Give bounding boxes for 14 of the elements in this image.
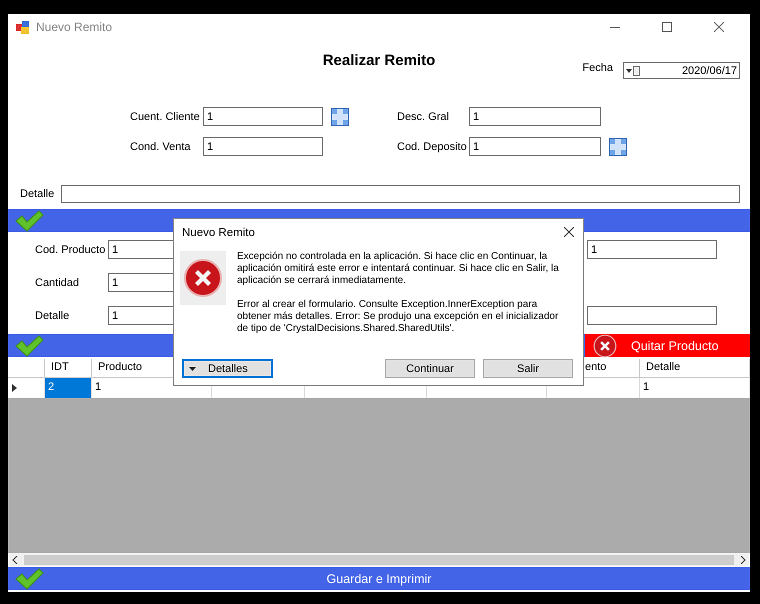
dialog-title: Nuevo Remito — [182, 227, 255, 239]
date-label: Fecha — [582, 62, 613, 74]
field-label: Cod. Deposito — [397, 140, 468, 152]
field-label: Cond. Venta — [130, 140, 192, 152]
field-label: Cuent. Cliente — [130, 110, 201, 122]
form-heading: Realizar Remito — [322, 51, 436, 71]
field-label: Detalle — [35, 310, 70, 322]
window-title: Nuevo Remito — [36, 20, 114, 34]
field-label: Cantidad — [35, 276, 80, 288]
field-label: Cod. Producto — [35, 244, 106, 256]
field-label: Detalle — [20, 188, 56, 200]
error-message: Error al crear el formulario. Consulte Exception.InnerException para obtener más detalles. Error: Se produjo una excepción en el inicializador de tipo de 'CrystalDecisions.Shared.SharedUtils'. — [237, 299, 560, 335]
error-message: Excepción no controlada en la aplicación. Si hace clic en Continuar, la aplicación omitirá este error e intentará continuar. Si hace clic en Salir, la aplicación se cerrará inmediatamente. — [237, 251, 560, 287]
field-label: Desc. Gral — [397, 110, 450, 122]
